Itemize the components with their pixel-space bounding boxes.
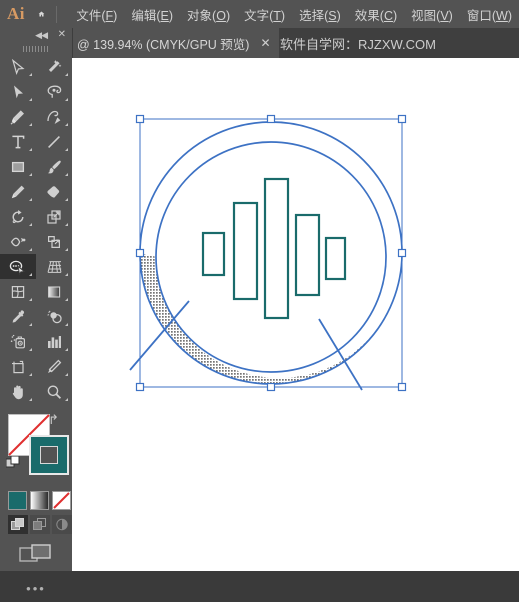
menu-item-object[interactable]: 对象(O) (180, 5, 237, 24)
menu-item-effect[interactable]: 效果(C) (348, 5, 404, 24)
gradient-swatch[interactable] (30, 491, 49, 510)
hand-tool[interactable] (0, 379, 36, 404)
document-tab-label: @ 139.94% (CMYK/GPU 预览) (77, 34, 249, 53)
handle-middle-left (137, 250, 144, 257)
color-swatch[interactable] (8, 491, 27, 510)
change-screen-mode-button[interactable] (0, 534, 72, 574)
menu-item-view[interactable]: 视图(V) (404, 5, 460, 24)
handle-bottom-left (137, 384, 144, 391)
artwork (72, 58, 519, 571)
line-segment-tool[interactable] (36, 129, 72, 154)
illustrator-window: Ai 文件(F) 编辑(E) 对象(O) 文字(T) 选择(S) 效果(C) 视… (0, 0, 519, 571)
handle-bottom-right (399, 384, 406, 391)
screen-mode-icon (19, 542, 53, 566)
gradient-tool[interactable] (36, 279, 72, 304)
close-icon[interactable]: ✕ (58, 29, 66, 40)
document-tab-bar: @ 139.94% (CMYK/GPU 预览) ✕ 软件自学网：RJZXW.CO… (0, 28, 519, 58)
tool-grid (0, 54, 72, 404)
tools-panel: ◀◀ ✕ (0, 28, 73, 571)
lasso-tool[interactable] (36, 79, 72, 104)
bar-2 (234, 203, 257, 299)
document-tab[interactable]: @ 139.94% (CMYK/GPU 预览) ✕ (68, 28, 279, 58)
scale-tool[interactable] (36, 204, 72, 229)
bar-3 (265, 179, 288, 318)
close-icon[interactable]: ✕ (260, 37, 270, 49)
selection-tool[interactable] (0, 54, 36, 79)
stroke-swatch[interactable] (29, 435, 69, 475)
menu-item-type[interactable]: 文字(T) (237, 5, 292, 24)
panel-grip-handle[interactable] (0, 43, 72, 54)
menu-bar: Ai 文件(F) 编辑(E) 对象(O) 文字(T) 选择(S) 效果(C) 视… (0, 0, 519, 28)
type-tool[interactable] (0, 129, 36, 154)
curvature-tool[interactable] (36, 104, 72, 129)
default-fill-stroke-icon[interactable] (6, 456, 20, 470)
bar-5 (326, 238, 345, 279)
bar-4 (296, 215, 319, 295)
eyedropper-tool[interactable] (0, 304, 36, 329)
handle-top-left (137, 116, 144, 123)
draw-mode-row (0, 510, 72, 534)
bar-1 (203, 233, 224, 275)
symbol-sprayer-tool[interactable] (0, 329, 36, 354)
rotate-tool[interactable] (0, 204, 36, 229)
more-tools-button[interactable]: ••• (0, 574, 72, 602)
tools-panel-header: ◀◀ ✕ (0, 28, 72, 43)
menu-item-window[interactable]: 窗口(W) (460, 5, 519, 24)
zoom-tool[interactable] (36, 379, 72, 404)
waveform-bars (203, 179, 345, 318)
none-swatch[interactable] (52, 491, 71, 510)
artboard-tool[interactable] (0, 354, 36, 379)
direct-selection-tool[interactable] (0, 79, 36, 104)
draw-behind-mode[interactable] (30, 515, 50, 534)
shape-builder-tool[interactable] (0, 254, 36, 279)
pen-tool[interactable] (0, 104, 36, 129)
blend-tool[interactable] (36, 304, 72, 329)
width-tool[interactable] (0, 229, 36, 254)
menu-item-edit[interactable]: 编辑(E) (124, 5, 180, 24)
collapse-icon[interactable]: ◀◀ (35, 30, 47, 41)
draw-inside-mode[interactable] (52, 515, 72, 534)
pencil-tool[interactable] (0, 179, 36, 204)
swatch-row (0, 488, 72, 510)
mesh-tool[interactable] (0, 279, 36, 304)
menu-items: 文件(F) 编辑(E) 对象(O) 文字(T) 选择(S) 效果(C) 视图(V… (69, 5, 519, 24)
handle-top-right (399, 116, 406, 123)
menu-item-file[interactable]: 文件(F) (69, 5, 124, 24)
slice-tool[interactable] (36, 354, 72, 379)
handle-top-center (268, 116, 275, 123)
ai-logo: Ai (7, 4, 25, 24)
watermark-text: 软件自学网：RJZXW.COM (280, 28, 436, 58)
color-controls: ↰ (0, 410, 72, 488)
magic-wand-tool[interactable] (36, 54, 72, 79)
eraser-tool[interactable] (36, 179, 72, 204)
diagonal-line-right (319, 319, 362, 390)
home-icon[interactable] (38, 6, 45, 22)
perspective-grid-tool[interactable] (36, 254, 72, 279)
free-transform-tool[interactable] (36, 229, 72, 254)
artboard-canvas[interactable] (72, 58, 519, 571)
handle-middle-right (399, 250, 406, 257)
column-graph-tool[interactable] (36, 329, 72, 354)
paintbrush-tool[interactable] (36, 154, 72, 179)
swap-fill-stroke-icon[interactable]: ↰ (48, 412, 59, 428)
menu-item-select[interactable]: 选择(S) (292, 5, 348, 24)
draw-normal-mode[interactable] (8, 515, 28, 534)
rectangle-tool[interactable] (0, 154, 36, 179)
handle-bottom-center (268, 384, 275, 391)
